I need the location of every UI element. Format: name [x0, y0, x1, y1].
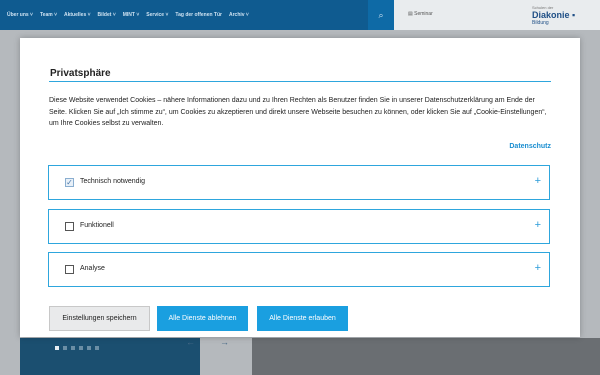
- hero-slide-panel: [20, 338, 200, 375]
- expand-plus-icon[interactable]: +: [535, 175, 541, 187]
- save-settings-button[interactable]: Einstellungen speichern: [49, 306, 150, 331]
- diakonie-logo[interactable]: Schulen der Diakonie ▪ Bildung: [532, 5, 575, 26]
- search-icon[interactable]: ⌕: [368, 0, 394, 30]
- nav-item-team[interactable]: Team ˅: [40, 12, 57, 18]
- privacy-policy-link[interactable]: Datenschutz: [509, 143, 551, 150]
- category-analyse[interactable]: Analyse +: [48, 252, 550, 287]
- nav-item-ueber-uns[interactable]: Über uns ˅: [7, 12, 33, 18]
- nav-item-mint[interactable]: MINT ˅: [123, 12, 140, 18]
- checkbox-technisch-notwendig[interactable]: ✓: [65, 178, 74, 187]
- nav-item-aktuelles[interactable]: Aktuelles ˅: [64, 12, 91, 18]
- title-divider: [49, 81, 551, 82]
- category-label: Funktionell: [80, 222, 114, 229]
- header-right: ▤ Seminar Schulen der Diakonie ▪ Bildung: [394, 0, 600, 30]
- nav-item-archiv[interactable]: Archiv ˅: [229, 12, 249, 18]
- modal-description: Diese Website verwendet Cookies – nähere…: [49, 97, 547, 127]
- category-funktionell[interactable]: Funktionell +: [48, 209, 550, 244]
- logo-main-text: Diakonie ▪: [532, 10, 576, 20]
- category-technisch-notwendig[interactable]: ✓ Technisch notwendig +: [48, 165, 550, 200]
- category-label: Analyse: [80, 265, 105, 272]
- slider-dots[interactable]: [55, 346, 99, 350]
- slider-arrows[interactable]: ← →: [186, 337, 229, 347]
- expand-plus-icon[interactable]: +: [535, 219, 541, 231]
- hero-image: [252, 338, 600, 375]
- checkbox-analyse[interactable]: [65, 265, 74, 274]
- privacy-modal: Privatsphäre Diese Website verwendet Coo…: [20, 38, 580, 337]
- nav-item-tag-der-offenen-tuer[interactable]: Tag der offenen Tür: [175, 12, 222, 18]
- category-label: Technisch notwendig: [80, 178, 145, 185]
- seminar-link[interactable]: ▤ Seminar: [408, 11, 433, 17]
- modal-title: Privatsphäre: [50, 68, 111, 79]
- allow-all-button[interactable]: Alle Dienste erlauben: [257, 306, 348, 331]
- nav-item-service[interactable]: Service ˅: [146, 12, 168, 18]
- expand-plus-icon[interactable]: +: [535, 262, 541, 274]
- main-nav: Über uns ˅ Team ˅ Aktuelles ˅ Bildet ˅ M…: [0, 0, 368, 30]
- logo-sub-text: Bildung: [532, 20, 549, 26]
- checkbox-funktionell[interactable]: [65, 222, 74, 231]
- nav-item-bildet[interactable]: Bildet ˅: [98, 12, 116, 18]
- deny-all-button[interactable]: Alle Dienste ablehnen: [157, 306, 248, 331]
